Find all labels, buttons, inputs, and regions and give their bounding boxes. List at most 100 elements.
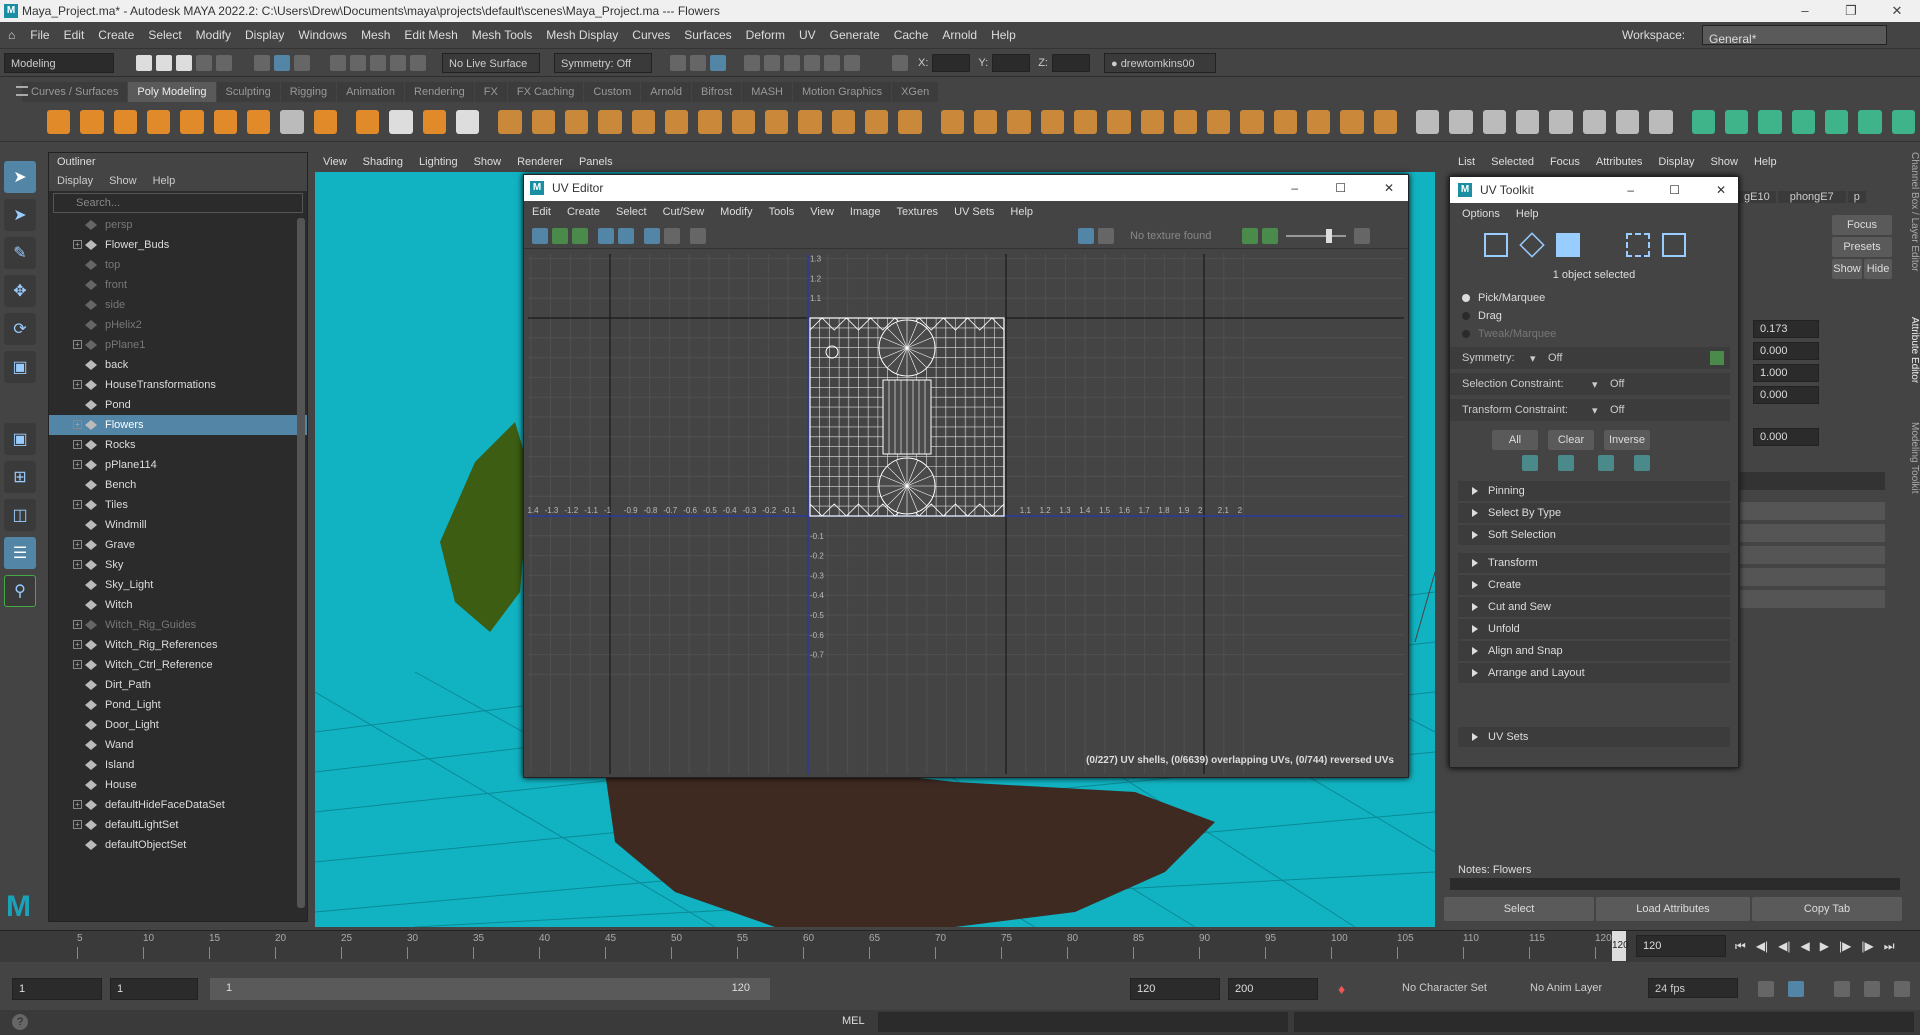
shelf-tab-mash[interactable]: MASH bbox=[742, 82, 792, 102]
uv-face-mode-icon[interactable] bbox=[1556, 233, 1580, 257]
menu-deform[interactable]: Deform bbox=[739, 22, 792, 49]
tab-p[interactable]: p bbox=[1847, 191, 1866, 203]
load-attributes-button[interactable]: Load Attributes bbox=[1596, 897, 1750, 921]
select-hierarchy-icon[interactable] bbox=[254, 54, 270, 71]
outliner-item-dirt-path[interactable]: Dirt_Path bbox=[49, 675, 307, 695]
attr-value-5[interactable]: 0.000 bbox=[1753, 428, 1819, 446]
animation-end-field[interactable]: 200 bbox=[1228, 978, 1318, 1000]
maximize-button[interactable]: ❐ bbox=[1828, 0, 1874, 22]
command-input[interactable] bbox=[878, 1012, 1288, 1032]
side-tab-modeling-toolkit[interactable]: Modeling Toolkit bbox=[1906, 422, 1920, 512]
uv-vertex-mode-icon[interactable] bbox=[1519, 232, 1545, 258]
viewport-menu-panels[interactable]: Panels bbox=[571, 152, 621, 172]
uv-menu-edit[interactable]: Edit bbox=[524, 201, 559, 223]
hypershade-icon[interactable] bbox=[744, 54, 760, 71]
uv-grid-icon[interactable] bbox=[598, 227, 614, 244]
grab-icon[interactable] bbox=[1516, 109, 1540, 134]
uv-canvas[interactable]: -1.4 -1.3 -1.2 -1.1 -1 -0.9 -0.8 -0.7 -0.6 -0.5 -0… bbox=[528, 254, 1404, 774]
extrude-icon[interactable] bbox=[664, 109, 689, 134]
search-icon[interactable]: ⚲ bbox=[4, 575, 36, 607]
menu-mesh[interactable]: Mesh bbox=[354, 22, 397, 49]
uv-wireframe-icon[interactable] bbox=[618, 227, 634, 244]
shrink-selection-icon[interactable] bbox=[1558, 455, 1574, 471]
expand-icon[interactable]: + bbox=[73, 660, 82, 669]
outliner-item-persp[interactable]: persp bbox=[49, 215, 307, 235]
outliner-item-door-light[interactable]: Door_Light bbox=[49, 715, 307, 735]
type-icon[interactable] bbox=[455, 109, 480, 134]
cube-icon[interactable] bbox=[80, 109, 104, 134]
outliner-item-sky-light[interactable]: Sky_Light bbox=[49, 575, 307, 595]
exposure-icon[interactable] bbox=[1242, 227, 1258, 244]
uv-editor-close-button[interactable]: ✕ bbox=[1384, 175, 1394, 201]
go-to-start-icon[interactable]: ⏮ bbox=[1730, 939, 1751, 954]
shelf-tab-curves-surfaces[interactable]: Curves / Surfaces bbox=[22, 82, 128, 102]
menu-curves[interactable]: Curves bbox=[625, 22, 677, 49]
sculpt-mode-icon[interactable] bbox=[1758, 109, 1782, 134]
playback-end-field[interactable]: 120 bbox=[1130, 978, 1220, 1000]
undo-icon[interactable] bbox=[196, 54, 212, 71]
minimize-button[interactable]: – bbox=[1782, 0, 1828, 22]
uv-shell-icon[interactable] bbox=[532, 227, 548, 244]
append-icon[interactable] bbox=[764, 109, 789, 134]
uv-checker-icon[interactable] bbox=[644, 227, 660, 244]
cylinder-icon[interactable] bbox=[113, 109, 137, 134]
svg-icon[interactable] bbox=[422, 109, 446, 134]
uv-component-mode-icon[interactable] bbox=[1484, 233, 1508, 257]
uv-toolkit-maximize-button[interactable]: ☐ bbox=[1669, 177, 1680, 203]
uv-menu-image[interactable]: Image bbox=[842, 201, 889, 223]
uv-toolkit-close-button[interactable]: ✕ bbox=[1716, 177, 1726, 203]
playback-start-field[interactable]: 1 bbox=[110, 978, 198, 1000]
checker-pattern-icon[interactable] bbox=[1098, 227, 1114, 244]
exposure-slider[interactable] bbox=[1286, 228, 1346, 243]
outliner-item-witch-rig-references[interactable]: + Witch_Rig_References bbox=[49, 635, 307, 655]
snap-surface-icon[interactable] bbox=[390, 54, 406, 71]
cached-playback-icon[interactable] bbox=[1788, 981, 1804, 997]
play-backward-icon[interactable]: ◀ bbox=[1796, 939, 1815, 953]
outliner-item-windmill[interactable]: Windmill bbox=[49, 515, 307, 535]
shelf-tab-arnold[interactable]: Arnold bbox=[641, 82, 692, 102]
smooth-icon[interactable] bbox=[564, 109, 589, 134]
step-back-key-icon[interactable]: ◀| bbox=[1751, 939, 1773, 953]
automatic-map-icon[interactable] bbox=[1207, 109, 1231, 134]
sound-icon[interactable] bbox=[1834, 981, 1850, 997]
outliner-item-flowers[interactable]: + Flowers bbox=[49, 415, 307, 435]
menu-uv[interactable]: UV bbox=[792, 22, 823, 49]
expand-icon[interactable]: + bbox=[73, 380, 82, 389]
expand-icon[interactable]: + bbox=[73, 820, 82, 829]
outliner-item-flower-buds[interactable]: + Flower_Buds bbox=[49, 235, 307, 255]
go-to-end-icon[interactable]: ⏭ bbox=[1879, 939, 1900, 954]
menu-arnold[interactable]: Arnold bbox=[935, 22, 984, 49]
paint-select-tool-icon[interactable]: ✎ bbox=[4, 237, 36, 269]
transform-constraint-value[interactable]: Off bbox=[1610, 404, 1624, 416]
selection-constraint-arrow[interactable]: ▾ bbox=[1592, 378, 1610, 391]
snap-grid-icon[interactable] bbox=[330, 54, 346, 71]
viewport-menu-renderer[interactable]: Renderer bbox=[509, 152, 571, 172]
symmetry-value[interactable]: Off bbox=[1548, 352, 1710, 364]
shelf-tab-custom[interactable]: Custom bbox=[584, 82, 641, 102]
copy-tab-button[interactable]: Copy Tab bbox=[1752, 897, 1902, 921]
soft-mod-icon[interactable] bbox=[1791, 109, 1816, 134]
attr-value-3[interactable]: 1.000 bbox=[1753, 364, 1819, 382]
torus-icon[interactable] bbox=[180, 109, 204, 134]
attr-menu-selected[interactable]: Selected bbox=[1483, 156, 1542, 168]
uv-menu-modify[interactable]: Modify bbox=[712, 201, 760, 223]
uv-menu-create[interactable]: Create bbox=[559, 201, 608, 223]
target-weld-icon[interactable] bbox=[864, 109, 889, 134]
relax-icon[interactable] bbox=[1449, 109, 1473, 134]
render-settings-icon[interactable] bbox=[710, 54, 726, 71]
step-back-frame-icon[interactable]: ◀| bbox=[1773, 939, 1795, 953]
mode-drag[interactable]: Drag bbox=[1462, 307, 1738, 325]
mode-tweak-marquee[interactable]: Tweak/Marquee bbox=[1462, 325, 1738, 343]
outliner-item-pplane1[interactable]: + pPlane1 bbox=[49, 335, 307, 355]
uv-editor-icon[interactable] bbox=[1373, 109, 1398, 134]
uv-toolkit-minimize-button[interactable]: – bbox=[1627, 177, 1634, 203]
transform-constraint-arrow[interactable]: ▾ bbox=[1592, 404, 1610, 417]
save-scene-icon[interactable] bbox=[176, 54, 192, 71]
shelf-tab-sculpting[interactable]: Sculpting bbox=[216, 82, 280, 102]
arnold-icon[interactable] bbox=[784, 54, 800, 71]
bevel-icon[interactable] bbox=[731, 109, 755, 134]
uv-cut-icon[interactable] bbox=[572, 227, 588, 244]
animation-start-field[interactable]: 1 bbox=[12, 978, 102, 1000]
uv-menu-uv-sets[interactable]: UV Sets bbox=[946, 201, 1002, 223]
menu-cache[interactable]: Cache bbox=[887, 22, 936, 49]
